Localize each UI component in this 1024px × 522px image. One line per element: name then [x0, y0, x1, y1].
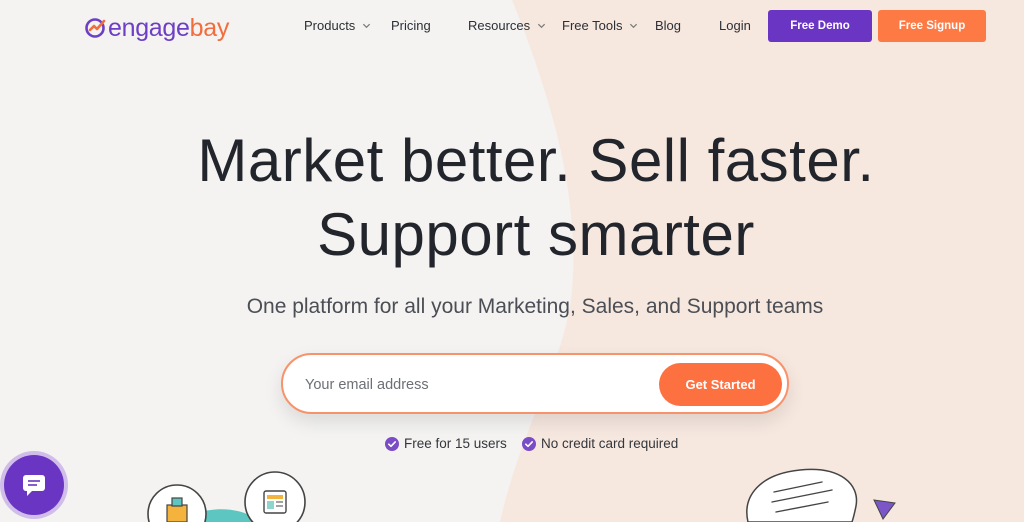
nav-item-free-tools[interactable]: Free Tools	[562, 18, 638, 33]
perk-free-users: Free for 15 users	[385, 436, 507, 451]
brand-logo[interactable]: engage bay	[84, 14, 229, 42]
nav-label: Products	[304, 18, 356, 33]
check-circle-icon	[385, 436, 399, 451]
chevron-down-icon	[538, 23, 546, 29]
nav-label: Resources	[468, 18, 531, 33]
check-circle-icon	[522, 436, 536, 451]
nav-item-products[interactable]: Products	[304, 18, 371, 33]
free-demo-button[interactable]: Free Demo	[768, 10, 872, 42]
chevron-down-icon	[363, 23, 371, 29]
bottom-right-illustration	[746, 468, 896, 522]
bottom-left-illustration	[147, 471, 306, 522]
logo-mark-icon	[85, 18, 106, 38]
perk-label: Free for 15 users	[404, 436, 507, 451]
nav-item-login[interactable]: Login	[719, 18, 751, 33]
chat-icon	[23, 475, 45, 496]
landing-page: engage bay Products Pricing Resources Fre…	[0, 0, 1024, 522]
hero-title-line-1: Market better. Sell faster.	[197, 127, 875, 194]
nav-label: Pricing	[391, 18, 431, 33]
nav-label: Blog	[655, 18, 682, 33]
top-navigation: engage bay Products Pricing Resources Fre…	[0, 0, 1024, 56]
email-input[interactable]	[305, 373, 635, 397]
nav-item-pricing[interactable]: Pricing	[391, 18, 431, 33]
hero-title-line-2: Support smarter	[317, 201, 755, 268]
nav-item-resources[interactable]: Resources	[468, 18, 546, 33]
logo-text-bay: bay	[189, 13, 230, 42]
logo-text-engage: engage	[108, 13, 190, 42]
chat-widget-button[interactable]	[4, 455, 64, 515]
free-signup-button[interactable]: Free Signup	[878, 10, 986, 42]
chevron-down-icon	[630, 23, 638, 29]
nav-item-blog[interactable]: Blog	[655, 18, 681, 33]
nav-label: Login	[719, 18, 751, 33]
perk-label: No credit card required	[541, 436, 679, 451]
hero-title: Market better. Sell faster. Support smar…	[0, 124, 1024, 272]
nav-label: Free Tools	[562, 18, 623, 33]
perk-no-credit-card: No credit card required	[522, 436, 678, 451]
hero-subtitle: One platform for all your Marketing, Sal…	[246, 295, 824, 318]
email-signup-form: Get Started	[281, 353, 789, 414]
get-started-button[interactable]: Get Started	[659, 363, 782, 406]
